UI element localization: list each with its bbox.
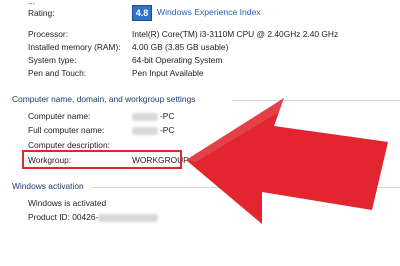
wei-score-badge[interactable]: 4.8 (132, 5, 152, 21)
redacted-product-id (98, 213, 159, 222)
memory-value: 4.00 GB (3.85 GB usable) (132, 42, 229, 52)
processor-value: Intel(R) Core(TM) i3-3110M CPU @ 2.40GHz… (132, 29, 339, 39)
redacted-name (132, 112, 158, 121)
activation-status: Windows is activated (28, 198, 107, 208)
cropped-top-text: ... (28, 0, 35, 6)
computer-name-label: Computer name: (28, 111, 91, 121)
rating-label: Rating: (28, 8, 55, 18)
full-name-value: -PC (132, 125, 174, 136)
wei-link[interactable]: Windows Experience Index (157, 7, 261, 17)
system-type-value: 64-bit Operating System (132, 55, 223, 65)
section-divider (92, 187, 400, 188)
pen-touch-value: Pen Input Available (132, 68, 204, 78)
full-name-label: Full computer name: (28, 125, 105, 135)
computer-name-value: -PC (132, 111, 174, 122)
computer-section-header: Computer name, domain, and workgroup set… (12, 94, 196, 104)
activation-section-header: Windows activation (12, 181, 84, 191)
workgroup-highlight-box (22, 150, 182, 169)
product-id-label: Product ID: 00426- (28, 212, 160, 223)
redacted-full-name (132, 126, 158, 135)
section-divider (232, 100, 400, 101)
processor-label: Processor: (28, 29, 69, 39)
memory-label: Installed memory (RAM): (28, 42, 121, 52)
system-type-label: System type: (28, 55, 77, 65)
pen-touch-label: Pen and Touch: (28, 68, 87, 78)
